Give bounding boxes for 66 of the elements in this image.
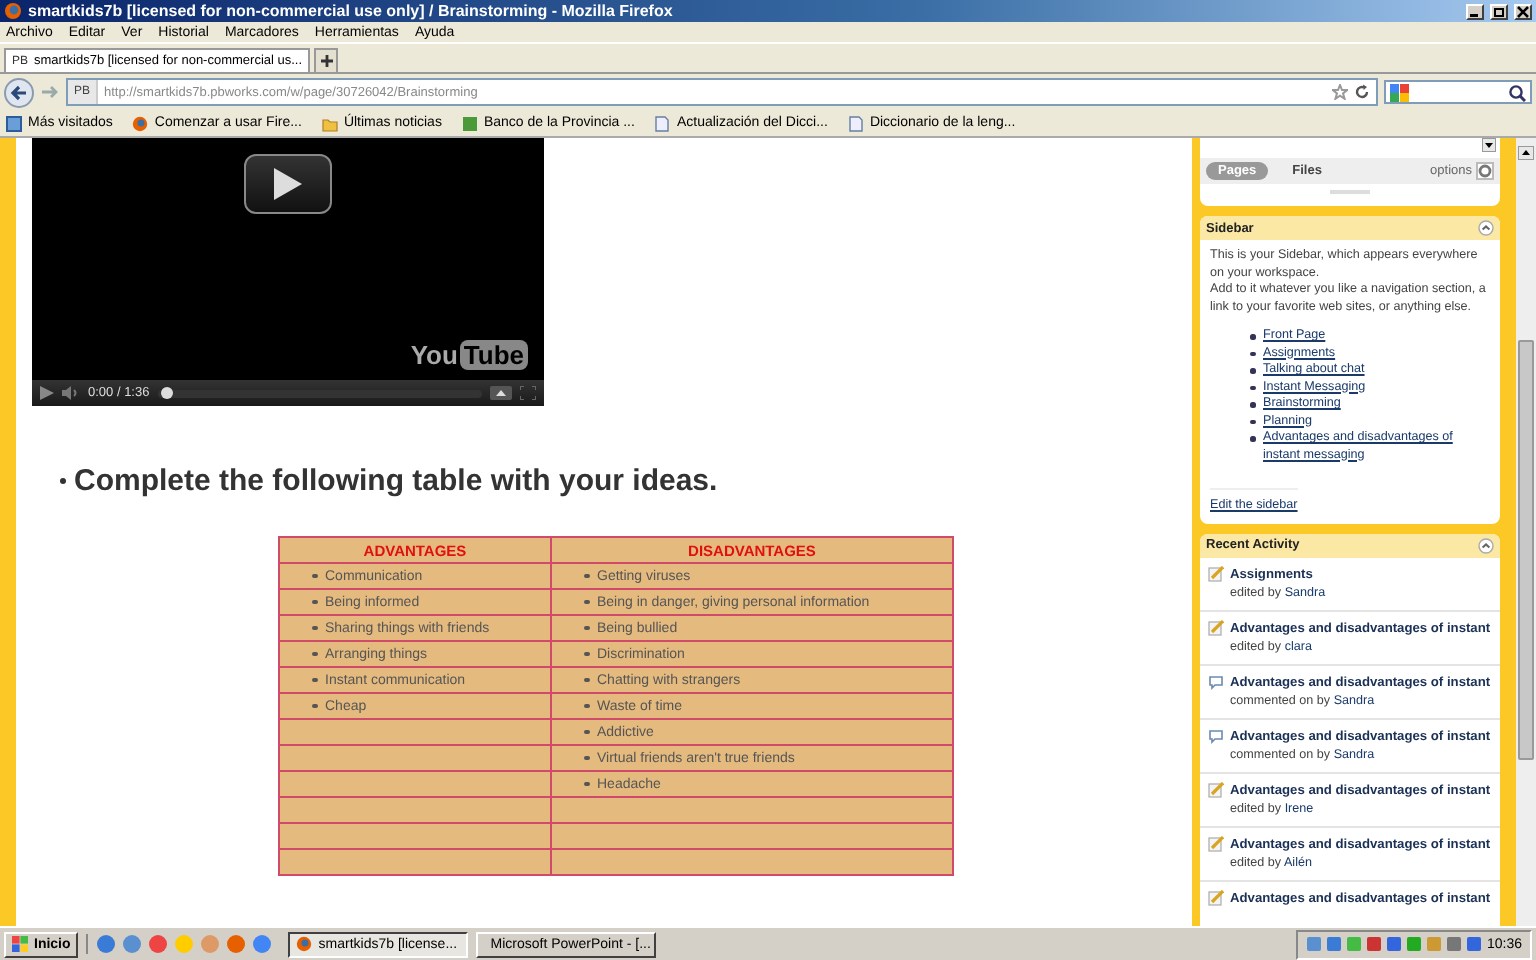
page-heading: Complete the following table with your ideas. — [74, 463, 718, 497]
fullscreen-icon[interactable] — [520, 386, 536, 400]
bullet-icon — [1250, 334, 1255, 339]
bullet-icon — [584, 599, 589, 605]
new-tab-button[interactable] — [314, 48, 339, 72]
bullet-icon — [584, 677, 589, 683]
bullet-icon — [312, 703, 317, 709]
search-field[interactable] — [1384, 80, 1532, 104]
bullet-icon — [584, 573, 589, 579]
reload-icon[interactable] — [1354, 84, 1370, 100]
play-icon[interactable] — [40, 386, 54, 400]
close-icon — [1516, 5, 1530, 17]
window-title: smartkids7b [licensed for non-commercial use only] / Brainstorming - Mozilla Firefox — [28, 2, 673, 20]
back-icon[interactable] — [4, 77, 34, 107]
scroll-down-icon[interactable] — [1482, 138, 1496, 152]
bullet-icon — [584, 651, 589, 657]
bullet-icon — [1250, 436, 1255, 441]
close-button[interactable] — [1514, 3, 1532, 19]
speech-bubble-icon — [1208, 727, 1224, 743]
bullet-icon — [312, 573, 317, 579]
collapse-icon[interactable] — [1478, 220, 1494, 236]
seek-handle-icon — [159, 386, 174, 400]
bullet-icon — [584, 755, 589, 761]
search-icon[interactable] — [1508, 83, 1526, 101]
forward-icon[interactable] — [40, 82, 60, 102]
bullet-icon — [584, 703, 589, 709]
pencil-icon — [1208, 781, 1224, 797]
plus-icon — [319, 54, 334, 68]
windows-flag-icon — [12, 936, 28, 952]
minimize-button[interactable] — [1466, 3, 1484, 19]
expand-icon[interactable] — [490, 386, 512, 400]
bullet-icon — [584, 781, 589, 787]
page-icon — [654, 115, 671, 131]
bullet-icon — [584, 729, 589, 735]
pencil-icon — [1208, 835, 1224, 851]
pencil-icon — [1208, 565, 1224, 581]
scroll-up-icon — [1518, 146, 1534, 160]
collapse-icon[interactable] — [1478, 537, 1494, 553]
bullet-icon — [312, 677, 317, 683]
bullet-icon — [1250, 419, 1255, 424]
gear-icon — [1478, 164, 1492, 178]
restore-icon — [1492, 5, 1506, 17]
play-icon — [274, 168, 302, 200]
video-logo: You Tube — [410, 340, 528, 370]
google-icon — [1390, 83, 1410, 101]
bullet-icon — [1250, 351, 1255, 356]
bullet-icon — [1250, 402, 1255, 407]
bullet-icon — [1250, 368, 1255, 373]
pencil-icon — [1208, 619, 1224, 635]
bullet-icon — [60, 477, 66, 483]
bullet-icon — [584, 625, 589, 631]
bullet-icon — [312, 599, 317, 605]
volume-icon[interactable] — [62, 386, 80, 400]
bullet-icon — [1250, 385, 1255, 390]
star-icon[interactable] — [1332, 84, 1348, 100]
bullet-icon — [312, 651, 317, 657]
folder-icon — [321, 115, 338, 131]
bullet-icon — [312, 625, 317, 631]
page-icon — [847, 115, 864, 131]
speech-bubble-icon — [1208, 673, 1224, 689]
site-icon — [461, 115, 478, 131]
play-button[interactable] — [244, 154, 332, 214]
scrollbar[interactable] — [1516, 138, 1536, 926]
restore-button[interactable] — [1490, 3, 1508, 19]
pencil-icon — [1208, 889, 1224, 905]
options-button[interactable] — [1476, 162, 1494, 180]
